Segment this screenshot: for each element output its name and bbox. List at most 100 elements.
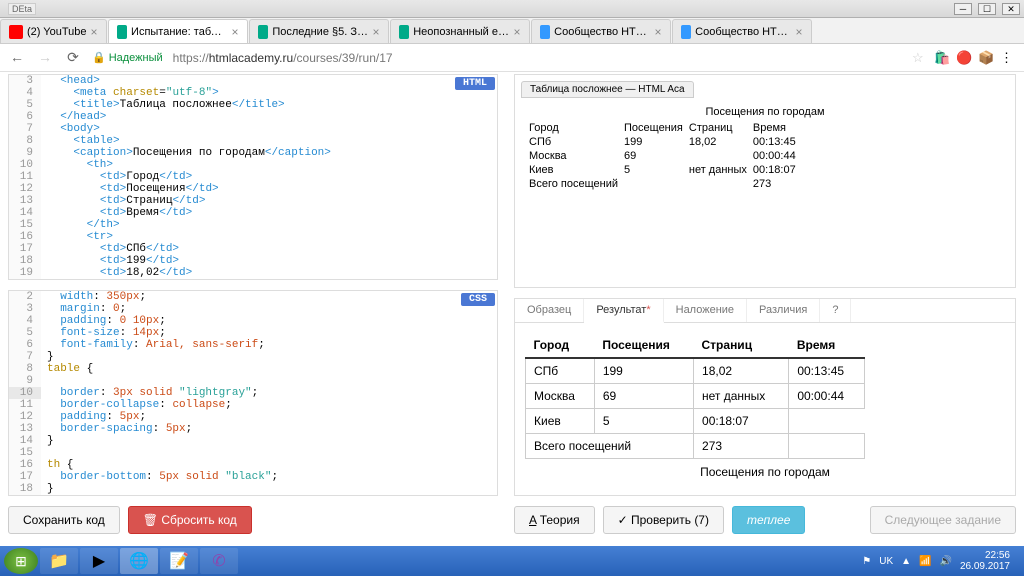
code-line[interactable]: 4 <meta charset="utf-8">: [9, 87, 497, 99]
code-line[interactable]: 19 <td>18,02</td>: [9, 267, 497, 279]
browser-tab[interactable]: Сообщество HTML Aca...×: [531, 19, 671, 43]
code-line[interactable]: 9: [9, 375, 497, 387]
html-badge: HTML: [455, 77, 495, 90]
code-line[interactable]: 18 <td>199</td>: [9, 255, 497, 267]
code-line[interactable]: 10 <th>: [9, 159, 497, 171]
code-line[interactable]: 7 <body>: [9, 123, 497, 135]
ext-icon-1[interactable]: 🛍️: [934, 50, 950, 66]
browser-tab[interactable]: Неопознанный енот (id...×: [390, 19, 530, 43]
code-line[interactable]: 20 <td>00:13:45</td>: [9, 279, 497, 280]
result-tab[interactable]: Различия: [747, 299, 820, 322]
taskbar-explorer-icon[interactable]: 📁: [40, 548, 78, 574]
close-tab-icon[interactable]: ×: [796, 25, 803, 39]
code-line[interactable]: 15 </th>: [9, 219, 497, 231]
browser-tab[interactable]: Сообщество HTML Aca...×: [672, 19, 812, 43]
result-tab[interactable]: Образец: [515, 299, 584, 322]
code-line[interactable]: 16 <tr>: [9, 231, 497, 243]
code-line[interactable]: 16th {: [9, 459, 497, 471]
ext-icon-3[interactable]: 📦: [978, 50, 994, 66]
theory-button[interactable]: A Теория: [514, 506, 595, 534]
code-line[interactable]: 12 padding: 5px;: [9, 411, 497, 423]
code-line[interactable]: 6 </head>: [9, 111, 497, 123]
code-line[interactable]: 19capation {: [9, 495, 497, 496]
code-line[interactable]: 13 <td>Страниц</td>: [9, 195, 497, 207]
window-badge: DEta: [8, 3, 36, 15]
minimize-button[interactable]: ─: [954, 3, 972, 15]
close-tab-icon[interactable]: ×: [232, 25, 239, 39]
result-panel: ОбразецРезультат*НаложениеРазличия? Горо…: [514, 298, 1016, 496]
tray-chevron-icon[interactable]: ▲: [901, 556, 911, 567]
tray-network-icon[interactable]: 📶: [919, 556, 931, 567]
close-tab-icon[interactable]: ×: [514, 25, 521, 39]
start-button[interactable]: ⊞: [4, 548, 38, 574]
preview-tab: Таблица посложнее — HTML Aca: [521, 81, 694, 98]
editors-column: HTML 3 <head>4 <meta charset="utf-8">5 <…: [8, 74, 498, 544]
tray-clock[interactable]: 22:56 26.09.2017: [960, 550, 1010, 572]
star-icon[interactable]: ☆: [912, 50, 928, 66]
code-line[interactable]: 14}: [9, 435, 497, 447]
browser-tab[interactable]: Испытание: таблица по...×: [108, 19, 248, 43]
warmer-button[interactable]: теплее: [732, 506, 805, 534]
code-line[interactable]: 6 font-family: Arial, sans-serif;: [9, 339, 497, 351]
result-tab[interactable]: Наложение: [664, 299, 747, 322]
close-tab-icon[interactable]: ×: [655, 25, 662, 39]
code-line[interactable]: 14 <td>Время</td>: [9, 207, 497, 219]
code-line[interactable]: 5 font-size: 14px;: [9, 327, 497, 339]
result-tab[interactable]: Результат*: [584, 299, 663, 323]
browser-tab[interactable]: Последние §5. Знаком...×: [249, 19, 389, 43]
code-line[interactable]: 18}: [9, 483, 497, 495]
code-line[interactable]: 13 border-spacing: 5px;: [9, 423, 497, 435]
menu-icon[interactable]: ⋮: [1000, 50, 1016, 66]
url-text[interactable]: https://htmlacademy.ru/courses/39/run/17: [173, 51, 393, 65]
ext-icon-2[interactable]: 🔴: [956, 50, 972, 66]
favicon-icon: [117, 25, 127, 39]
preview-table: ГородПосещенияСтраницВремяСПб19918,0200:…: [525, 120, 800, 192]
code-line[interactable]: 12 <td>Посещения</td>: [9, 183, 497, 195]
tray-flag-icon[interactable]: ⚑: [862, 556, 871, 567]
next-button[interactable]: Следующее задание: [870, 506, 1016, 534]
tray-lang[interactable]: UK: [879, 556, 893, 567]
close-button[interactable]: ✕: [1002, 3, 1020, 15]
close-tab-icon[interactable]: ×: [373, 25, 380, 39]
reset-button[interactable]: 🗑 Сбросить код: [128, 506, 252, 534]
check-button[interactable]: ✓ Проверить (7): [603, 506, 724, 534]
preview-content: Посещения по городам ГородПосещенияСтран…: [521, 98, 1009, 200]
code-line[interactable]: 17 <td>СПб</td>: [9, 243, 497, 255]
code-line[interactable]: 5 <title>Таблица посложнее</title>: [9, 99, 497, 111]
taskbar-chrome-icon[interactable]: 🌐: [120, 548, 158, 574]
forward-button[interactable]: →: [36, 49, 54, 67]
browser-tab[interactable]: (2) YouTube×: [0, 19, 107, 43]
css-badge: CSS: [461, 293, 495, 306]
code-line[interactable]: 7}: [9, 351, 497, 363]
code-line[interactable]: 11 border-collapse: collapse;: [9, 399, 497, 411]
code-line[interactable]: 15: [9, 447, 497, 459]
close-tab-icon[interactable]: ×: [91, 25, 98, 39]
tray-sound-icon[interactable]: 🔊: [939, 556, 951, 567]
maximize-button[interactable]: ☐: [978, 3, 996, 15]
code-line[interactable]: 2 width: 350px;: [9, 291, 497, 303]
code-line[interactable]: 8 <table>: [9, 135, 497, 147]
back-button[interactable]: ←: [8, 49, 26, 67]
code-line[interactable]: 11 <td>Город</td>: [9, 171, 497, 183]
css-editor[interactable]: CSS 2 width: 350px;3 margin: 0;4 padding…: [8, 290, 498, 496]
lock-icon: 🔒: [92, 51, 106, 64]
taskbar-notes-icon[interactable]: 📝: [160, 548, 198, 574]
address-bar: ← → ⟳ 🔒 Надежный https://htmlacademy.ru/…: [0, 44, 1024, 72]
system-tray: ⚑ UK ▲ 📶 🔊 22:56 26.09.2017: [862, 550, 1020, 572]
html-editor[interactable]: HTML 3 <head>4 <meta charset="utf-8">5 <…: [8, 74, 498, 280]
code-line[interactable]: 9 <caption>Посещения по городам</caption…: [9, 147, 497, 159]
preview-column: Таблица посложнее — HTML Aca Посещения п…: [514, 74, 1016, 544]
taskbar-viber-icon[interactable]: ✆: [200, 548, 238, 574]
reload-button[interactable]: ⟳: [64, 49, 82, 67]
result-tab[interactable]: ?: [820, 299, 851, 322]
code-line[interactable]: 3 margin: 0;: [9, 303, 497, 315]
code-line[interactable]: 8table {: [9, 363, 497, 375]
code-line[interactable]: 17 border-bottom: 5px solid "black";: [9, 471, 497, 483]
code-line[interactable]: 4 padding: 0 10px;: [9, 315, 497, 327]
code-line[interactable]: 10 border: 3px solid "lightgray";: [9, 387, 497, 399]
code-line[interactable]: 3 <head>: [9, 75, 497, 87]
address-extensions: ☆ 🛍️ 🔴 📦 ⋮: [912, 50, 1016, 66]
window-titlebar: DEta ─ ☐ ✕: [0, 0, 1024, 18]
save-button[interactable]: Сохранить код: [8, 506, 120, 534]
taskbar-media-icon[interactable]: ▶: [80, 548, 118, 574]
